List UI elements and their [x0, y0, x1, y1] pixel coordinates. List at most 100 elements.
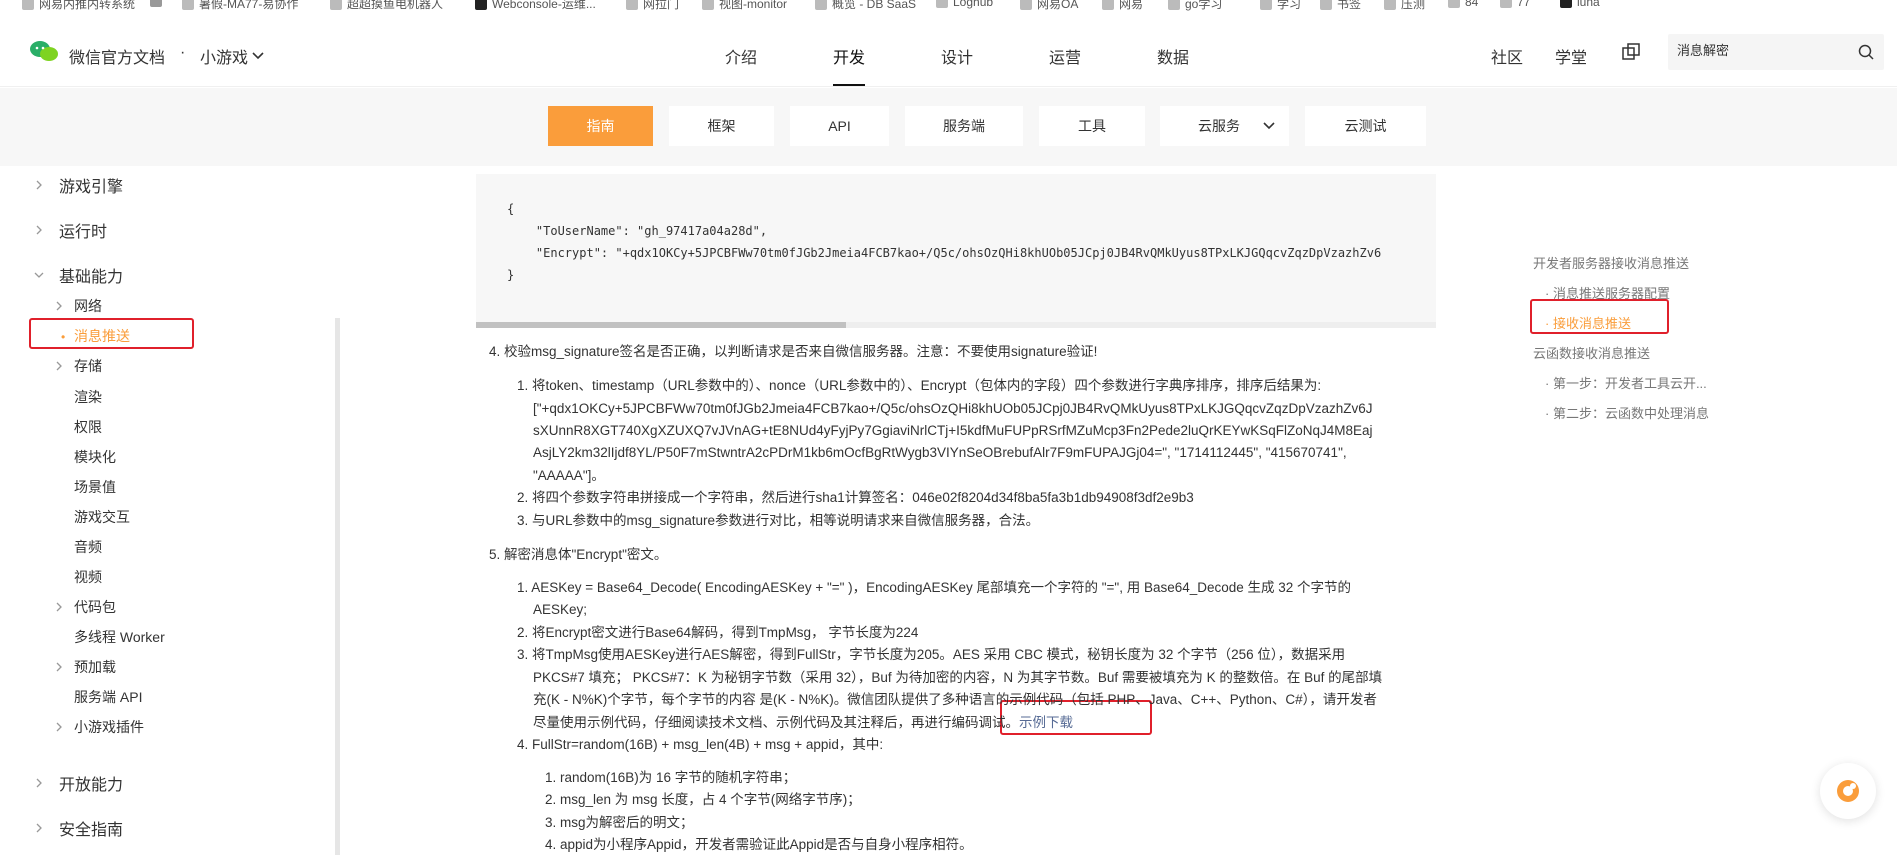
bookmark-item[interactable]: 概览 - DB SaaS [815, 0, 916, 12]
sidebar-item-code-package[interactable]: 代码包 [74, 597, 116, 617]
sidebar-scrollbar[interactable] [335, 318, 340, 855]
tab-tools[interactable]: 工具 [1039, 106, 1145, 146]
tab-framework[interactable]: 框架 [669, 106, 774, 146]
folder-icon [1102, 0, 1114, 10]
brand-title[interactable]: 微信官方文档 [69, 44, 165, 68]
step-5-3-text: 尽量使用示例代码，仔细阅读技术文档、示例代码及其注释后，再进行编码调试。示例下载 [533, 712, 1073, 735]
bookmark-item[interactable]: 暑假-MA77-易协作 [182, 0, 298, 12]
bookmark-item[interactable]: 视图-monitor [702, 0, 787, 12]
bookmark-icon [330, 0, 342, 10]
nav-community[interactable]: 社区 [1491, 44, 1523, 68]
nav-design[interactable]: 设计 [941, 44, 973, 68]
nav-develop[interactable]: 开发 [833, 44, 865, 68]
sidebar-item-basic-capabilities[interactable]: 基础能力 [59, 263, 123, 287]
bookmark-icon [936, 0, 948, 8]
tab-guide[interactable]: 指南 [548, 106, 653, 146]
folder-icon [1320, 0, 1332, 10]
tab-api[interactable]: API [790, 106, 889, 146]
sidebar-item-game-engine[interactable]: 游戏引擎 [59, 173, 123, 197]
wechat-logo-icon[interactable] [29, 40, 59, 62]
sidebar-item-plugin[interactable]: 小游戏插件 [74, 717, 144, 737]
sidebar-item-network[interactable]: 网络 [74, 296, 102, 316]
nav-academy[interactable]: 学堂 [1555, 44, 1587, 68]
sidebar-item-security-guide[interactable]: 安全指南 [59, 816, 123, 840]
product-label: 小游戏 [200, 50, 249, 67]
search-input[interactable] [1677, 42, 1847, 57]
step-4-2-text: 2. 将四个参数字符串拼接成一个字符串，然后进行sha1计算签名：046e02f… [517, 490, 1194, 505]
toc-item-server-receive[interactable]: 开发者服务器接收消息推送 [1533, 253, 1689, 272]
step-5-2-text: 2. 将Encrypt密文进行Base64解码，得到TmpMsg， 字节长度为2… [517, 625, 919, 640]
search-icon[interactable] [1858, 44, 1874, 60]
toc-item-server-config[interactable]: · 消息推送服务器配置 [1545, 283, 1670, 302]
step-4-1-text: "AAAAA"]。 [533, 468, 605, 483]
bookmark-item[interactable]: 书签 [1320, 0, 1361, 12]
bookmark-item[interactable]: 超超摸鱼电机器人 [330, 0, 443, 12]
nav-data[interactable]: 数据 [1157, 44, 1189, 68]
tab-server[interactable]: 服务端 [905, 106, 1023, 146]
step-4-title: 4. 校验msg_signature签名是否正确，以判断请求是否来自微信服务器。… [489, 344, 1098, 359]
bookmark-item[interactable]: 压测 [1384, 0, 1425, 12]
bookmark-item[interactable]: 84 [1448, 0, 1478, 9]
sidebar-item-runtime[interactable]: 运行时 [59, 218, 107, 242]
product-switcher[interactable]: 小游戏 [200, 44, 264, 68]
step-4-1-text: 1. 将token、timestamp（URL参数中的）、nonce（URL参数… [517, 378, 1322, 393]
help-float-button[interactable] [1820, 763, 1876, 819]
bookmark-icon [1020, 0, 1032, 10]
apps-icon[interactable] [150, 0, 162, 7]
code-scrollbar-thumb[interactable] [476, 322, 846, 328]
toc-item-receive-push[interactable]: · 接收消息推送 [1545, 313, 1631, 332]
chevron-right-icon [56, 301, 62, 311]
bookmark-item[interactable]: 网易内推内转系统 [22, 0, 135, 12]
step-5-4-2-text: 2. msg_len 为 msg 长度，占 4 个字节(网络字节序)； [545, 792, 861, 807]
bookmark-item[interactable]: 学习 [1260, 0, 1301, 12]
toc-item-cloud-receive[interactable]: 云函数接收消息推送 [1533, 343, 1650, 362]
step-4-1-text: AsjLY2km32lIjdf8YL/P50F7mStwntrA2cPDrM1k… [533, 445, 1347, 460]
chat-bubble-icon [1837, 780, 1859, 802]
toc-item-step-one[interactable]: · 第一步：开发者工具云开... [1545, 373, 1707, 392]
sample-download-link[interactable]: 示例下载 [1019, 715, 1073, 730]
step-5-1-text: AESKey; [533, 602, 588, 617]
bookmark-item[interactable]: 77 [1500, 0, 1530, 9]
step-4-3-text: 3. 与URL参数中的msg_signature参数进行对比，相等说明请求来自微… [517, 513, 1040, 528]
devtools-icon[interactable] [1622, 43, 1640, 61]
bookmark-icon [182, 0, 194, 10]
sidebar-item-open-capabilities[interactable]: 开放能力 [59, 771, 123, 795]
sidebar-item-scene-value[interactable]: 场景值 [74, 477, 116, 497]
bookmark-icon [22, 0, 34, 10]
step-4-1-text: sXUnnR8XGT740XgXZUXQ7vJVnAG+tE8NUd4yFyjP… [533, 423, 1373, 438]
bookmark-item[interactable]: Loghub [936, 0, 993, 9]
sidebar-item-permission[interactable]: 权限 [74, 417, 102, 437]
sidebar-item-preload[interactable]: 预加载 [74, 657, 116, 677]
nav-operate[interactable]: 运营 [1049, 44, 1081, 68]
bookmark-item[interactable]: 网易 [1102, 0, 1143, 12]
search-box[interactable] [1668, 34, 1884, 70]
step-5-3-text-tail: 尽量使用示例代码，仔细阅读技术文档、示例代码及其注释后，再进行编码调试。 [533, 715, 1019, 730]
sidebar-item-audio[interactable]: 音频 [74, 537, 102, 557]
sidebar-item-worker[interactable]: 多线程 Worker [74, 627, 165, 647]
chevron-right-icon [36, 823, 42, 833]
bookmark-item[interactable]: Webconsole-运维... [475, 0, 596, 12]
sidebar-item-game-interaction[interactable]: 游戏交互 [74, 507, 130, 527]
toc-item-step-two[interactable]: · 第二步：云函数中处理消息 [1545, 403, 1709, 422]
folder-icon [1384, 0, 1396, 10]
tab-cloud-test[interactable]: 云测试 [1305, 106, 1426, 146]
tab-cloud-service[interactable]: 云服务 [1160, 106, 1289, 146]
bookmark-item[interactable]: luna [1560, 0, 1600, 9]
sidebar-item-storage[interactable]: 存储 [74, 356, 102, 376]
chevron-right-icon [36, 778, 42, 788]
step-5-4-text: 4. FullStr=random(16B) + msg_len(4B) + m… [517, 737, 884, 752]
sidebar-item-video[interactable]: 视频 [74, 567, 102, 587]
bookmark-item[interactable]: 网易OA [1020, 0, 1078, 12]
code-line: { [507, 202, 515, 216]
step-5-4-3-text: 3. msg为解密后的明文； [545, 815, 694, 830]
folder-icon [1500, 0, 1512, 8]
code-line: "ToUserName": "gh_97417a04a28d", [507, 224, 768, 238]
sidebar-item-server-api[interactable]: 服务端 API [74, 687, 142, 707]
bookmark-item[interactable]: 网拉门 [626, 0, 679, 12]
step-5-3-text: 充(K - N%K)个字节，每个字节的内容 是(K - N%K)。微信团队提供了… [533, 692, 1377, 707]
sidebar-item-render[interactable]: 渲染 [74, 387, 102, 407]
sidebar-item-modularization[interactable]: 模块化 [74, 447, 116, 467]
nav-active-indicator [833, 84, 865, 86]
nav-intro[interactable]: 介绍 [725, 44, 757, 68]
bookmark-item[interactable]: go学习 [1168, 0, 1222, 12]
